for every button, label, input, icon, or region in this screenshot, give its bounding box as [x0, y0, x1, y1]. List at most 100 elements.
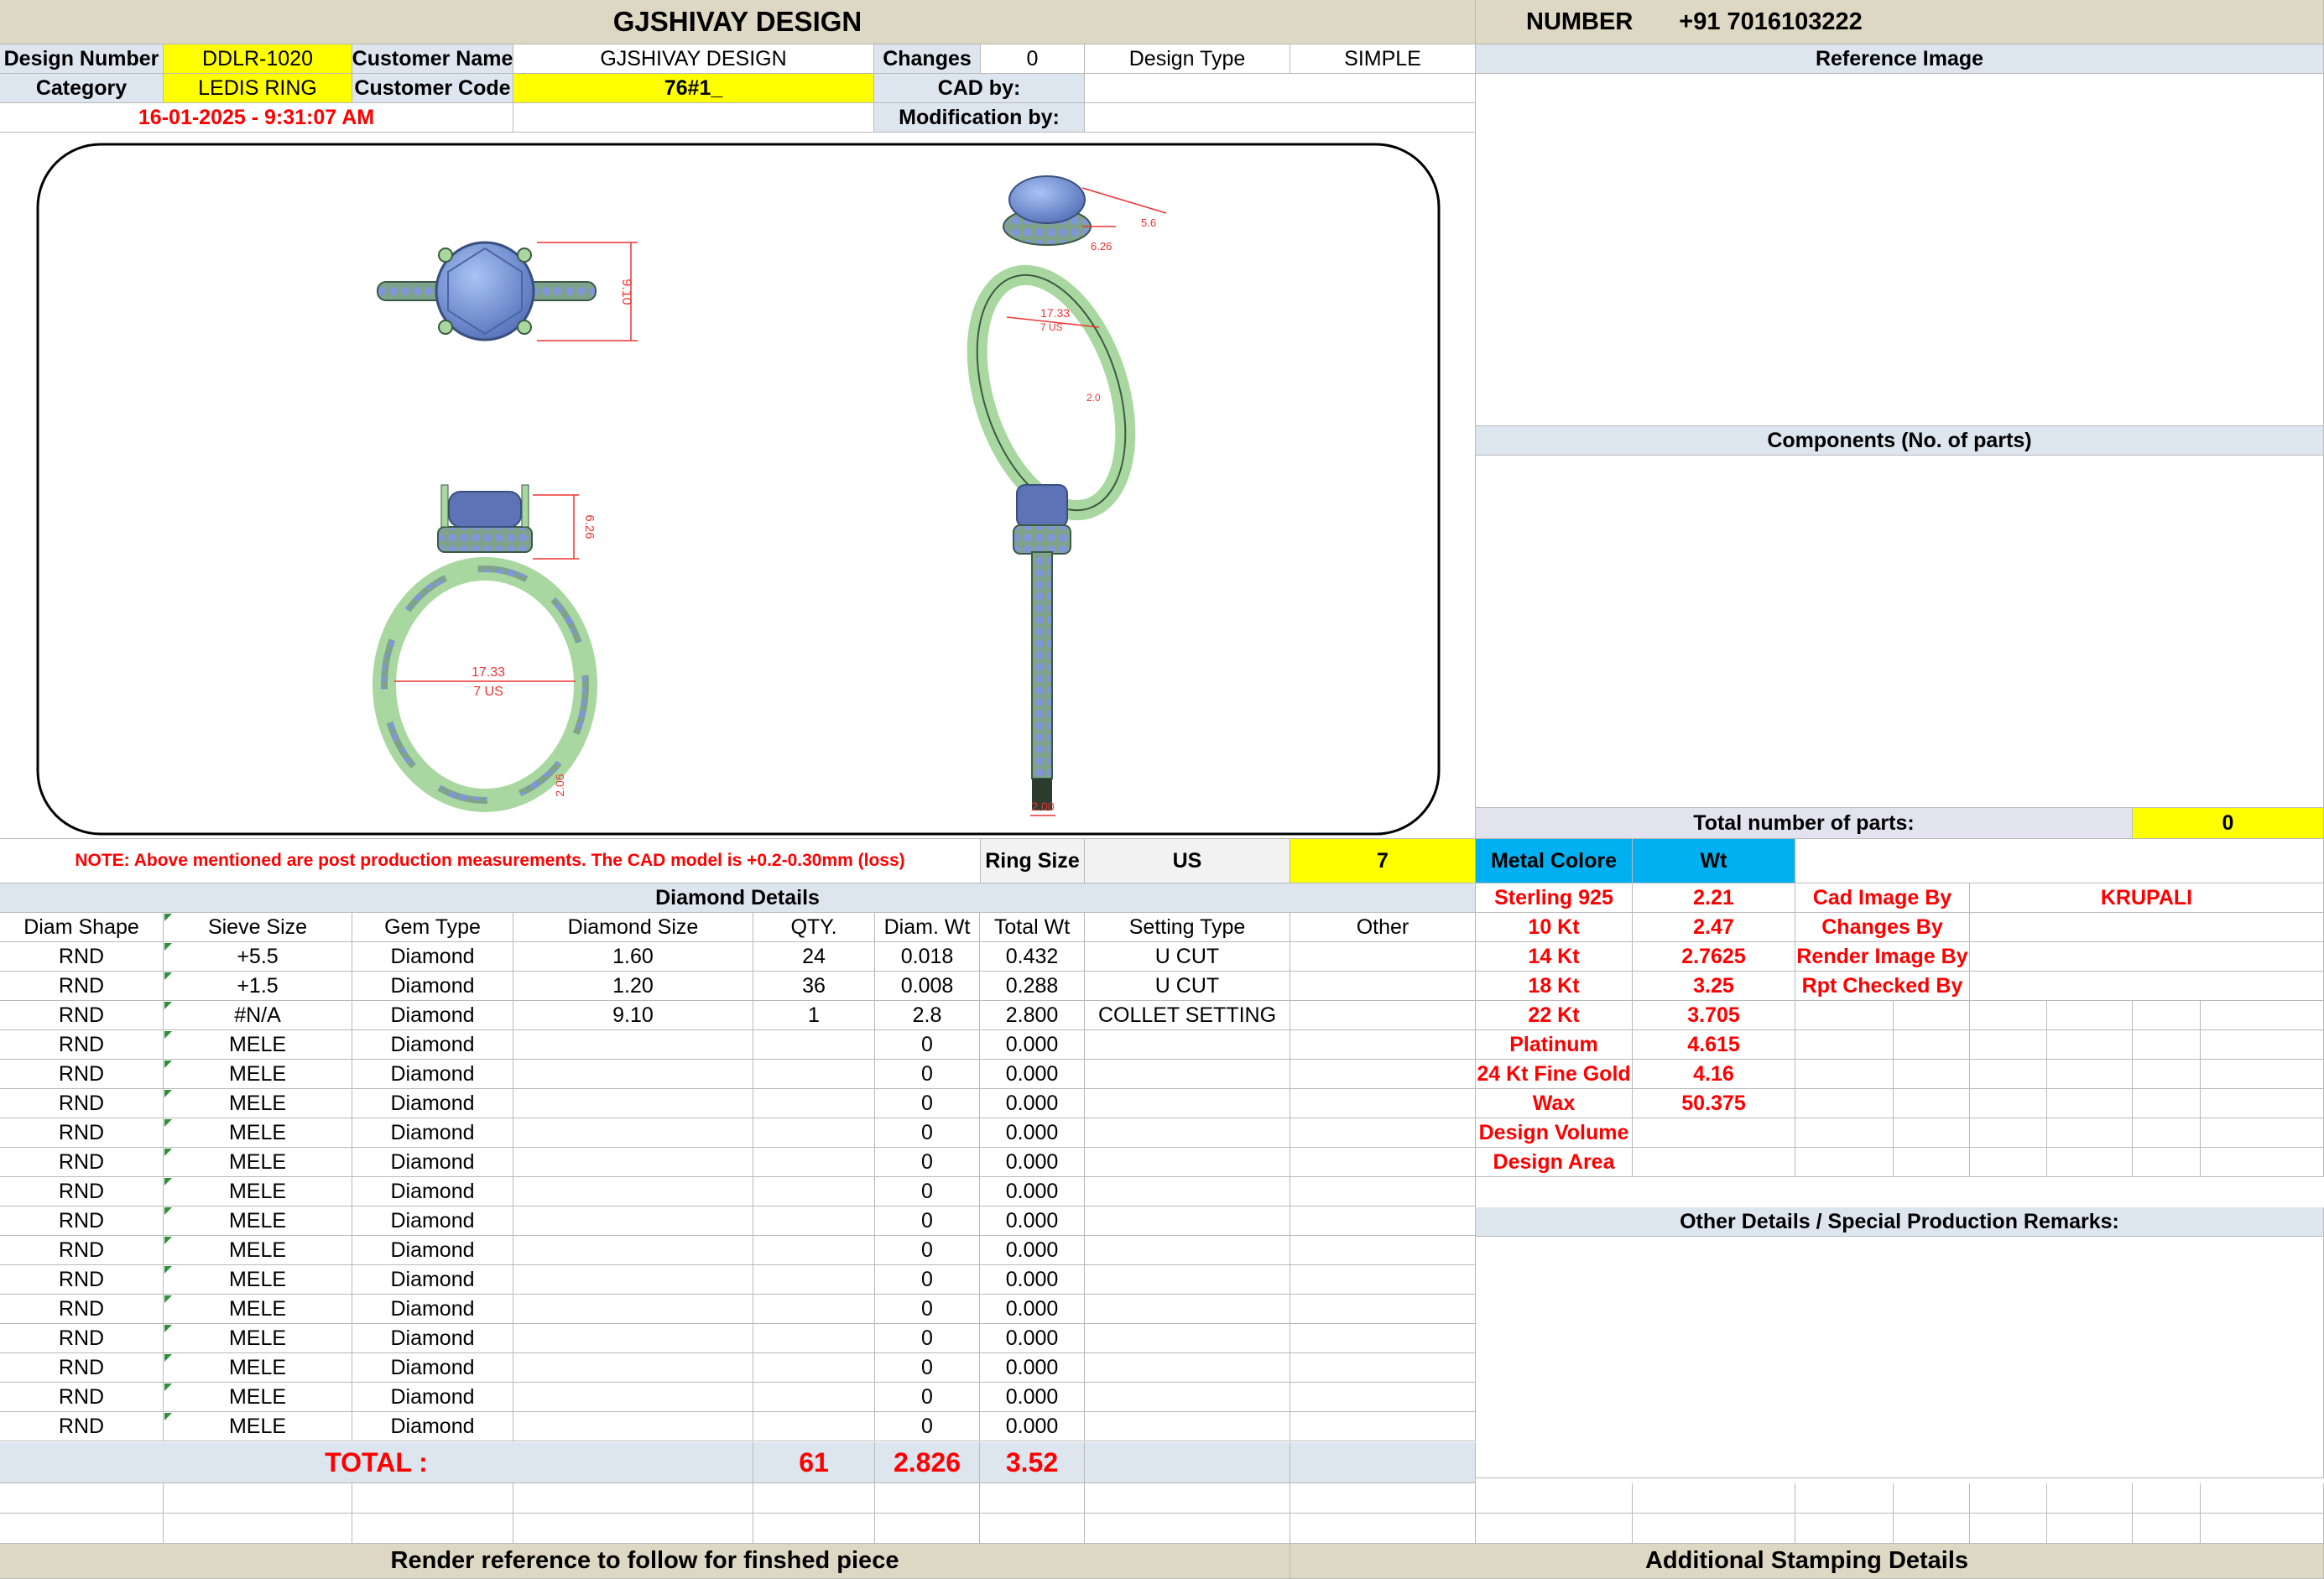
col-sieve-size-header: Sieve Size — [164, 913, 352, 942]
col-diam-wt-cell: 2.8 — [875, 1001, 980, 1030]
col-total-wt-cell: 0.000 — [980, 1324, 1085, 1353]
col-qty-cell: 36 — [753, 972, 875, 1001]
credit-value — [1970, 913, 2324, 942]
col-diam-shape-cell: RND — [0, 1001, 164, 1030]
metal-weight: 2.47 — [1633, 913, 1795, 942]
grid-cell — [2201, 1089, 2324, 1118]
side-top-label: 5.6 — [1141, 216, 1156, 229]
col-total-wt-cell: 0.288 — [980, 972, 1085, 1001]
col-diam-wt-cell: 0 — [875, 1060, 980, 1089]
blank-cell — [753, 1514, 875, 1544]
col-diamond-size-cell — [513, 1030, 753, 1060]
col-sieve-size-cell: MELE — [164, 1383, 352, 1412]
col-qty-cell — [753, 1265, 875, 1295]
metal-weight: 50.375 — [1633, 1089, 1795, 1118]
customer-code-label: Customer Code — [352, 74, 513, 103]
modification-by-value — [1085, 103, 1476, 133]
grid-cell — [2133, 1089, 2201, 1118]
grid-cell — [1970, 1089, 2047, 1118]
credit-value — [1970, 972, 2324, 1001]
col-setting-type-cell — [1085, 1324, 1290, 1353]
blank-cell — [1476, 1483, 1633, 1514]
col-diam-shape-cell: RND — [0, 1412, 164, 1441]
col-qty-header: QTY. — [753, 913, 875, 942]
col-qty-cell — [753, 1148, 875, 1177]
front-height-label: 6.26 — [582, 514, 597, 539]
grid-cell — [1795, 1030, 1894, 1060]
profile-shank-label: 2.00 — [1031, 800, 1054, 813]
top-width-label: 9.10 — [619, 279, 633, 305]
credit-label: Cad Image By — [1795, 883, 1970, 913]
metal-weight: 3.705 — [1633, 1001, 1795, 1030]
col-diamond-size-cell — [513, 1324, 753, 1353]
footer-stamping-details: Additional Stamping Details — [1290, 1544, 2324, 1579]
metal-weight: 2.7625 — [1633, 942, 1795, 972]
total-qty: 61 — [753, 1442, 875, 1483]
blank-cell — [980, 1483, 1085, 1514]
col-qty-cell — [753, 1118, 875, 1148]
grid-cell — [2201, 1148, 2324, 1177]
blank-cell — [1970, 1514, 2047, 1544]
col-diamond-size-cell — [513, 1060, 753, 1089]
prong — [517, 248, 532, 263]
blank-cell — [513, 1483, 753, 1514]
col-total-wt-cell: 0.000 — [980, 1206, 1085, 1236]
grid-cell — [2133, 1030, 2201, 1060]
metal-name: Design Volume — [1476, 1118, 1633, 1148]
blank-cell — [1633, 1483, 1795, 1514]
col-diamond-size-cell: 1.20 — [513, 972, 753, 1001]
col-gem-type-cell: Diamond — [352, 1089, 513, 1118]
col-qty-cell — [753, 1383, 875, 1412]
remarks-header: Other Details / Special Production Remar… — [1476, 1207, 2324, 1237]
col-other-cell — [1290, 1383, 1476, 1412]
metal-wt-header: Wt — [1633, 839, 1795, 883]
front-shank-label: 2.06 — [553, 774, 566, 796]
col-diamond-size-cell — [513, 1412, 753, 1441]
reference-image-area — [1476, 74, 2324, 426]
blank-cell — [1970, 1483, 2047, 1514]
prong — [517, 320, 532, 335]
col-diamond-size-cell — [513, 1148, 753, 1177]
col-setting-type-cell: U CUT — [1085, 972, 1290, 1001]
total-parts-value: 0 — [2133, 808, 2324, 839]
grid-cell — [2047, 1148, 2133, 1177]
metal-weight: 4.16 — [1633, 1060, 1795, 1089]
modification-by-label: Modification by: — [874, 103, 1085, 133]
grid-cell — [2047, 1118, 2133, 1148]
col-other-cell — [1290, 1030, 1476, 1060]
col-gem-type-cell: Diamond — [352, 1001, 513, 1030]
col-other-cell — [1290, 1412, 1476, 1441]
blank-cell — [513, 1514, 753, 1544]
blank-cell — [2133, 1514, 2201, 1544]
side-height-label: 6.26 — [1091, 240, 1112, 253]
blank-cell — [1476, 1514, 1633, 1544]
col-diamond-size-cell — [513, 1236, 753, 1265]
col-other-cell — [1290, 972, 1476, 1001]
col-total-wt-cell: 0.000 — [980, 1030, 1085, 1060]
col-gem-type-cell: Diamond — [352, 1353, 513, 1383]
metal-colore-header: Metal Colore — [1476, 839, 1633, 883]
col-total-wt-cell: 0.000 — [980, 1383, 1085, 1412]
col-other-cell — [1290, 1206, 1476, 1236]
metal-name: Sterling 925 — [1476, 883, 1633, 913]
grid-cell — [1894, 1089, 1970, 1118]
col-gem-type-cell: Diamond — [352, 1206, 513, 1236]
col-sieve-size-cell: +1.5 — [164, 972, 352, 1001]
col-setting-type-cell — [1085, 1206, 1290, 1236]
grid-cell — [2047, 1060, 2133, 1089]
col-sieve-size-cell: +5.5 — [164, 942, 352, 972]
col-setting-type-cell — [1085, 1383, 1290, 1412]
col-sieve-size-cell: #N/A — [164, 1001, 352, 1030]
col-gem-type-cell: Diamond — [352, 1118, 513, 1148]
blank-cell — [164, 1514, 352, 1544]
blank-cell — [2133, 1483, 2201, 1514]
col-setting-type-cell — [1085, 1030, 1290, 1060]
col-other-cell — [1290, 1265, 1476, 1295]
changes-label: Changes — [874, 44, 981, 74]
blank-cell — [352, 1514, 513, 1544]
col-qty-cell — [753, 1236, 875, 1265]
col-diam-shape-cell: RND — [0, 1148, 164, 1177]
col-diam-wt-cell: 0 — [875, 1030, 980, 1060]
customer-name-label: Customer Name — [352, 44, 513, 74]
col-diamond-size-cell — [513, 1353, 753, 1383]
